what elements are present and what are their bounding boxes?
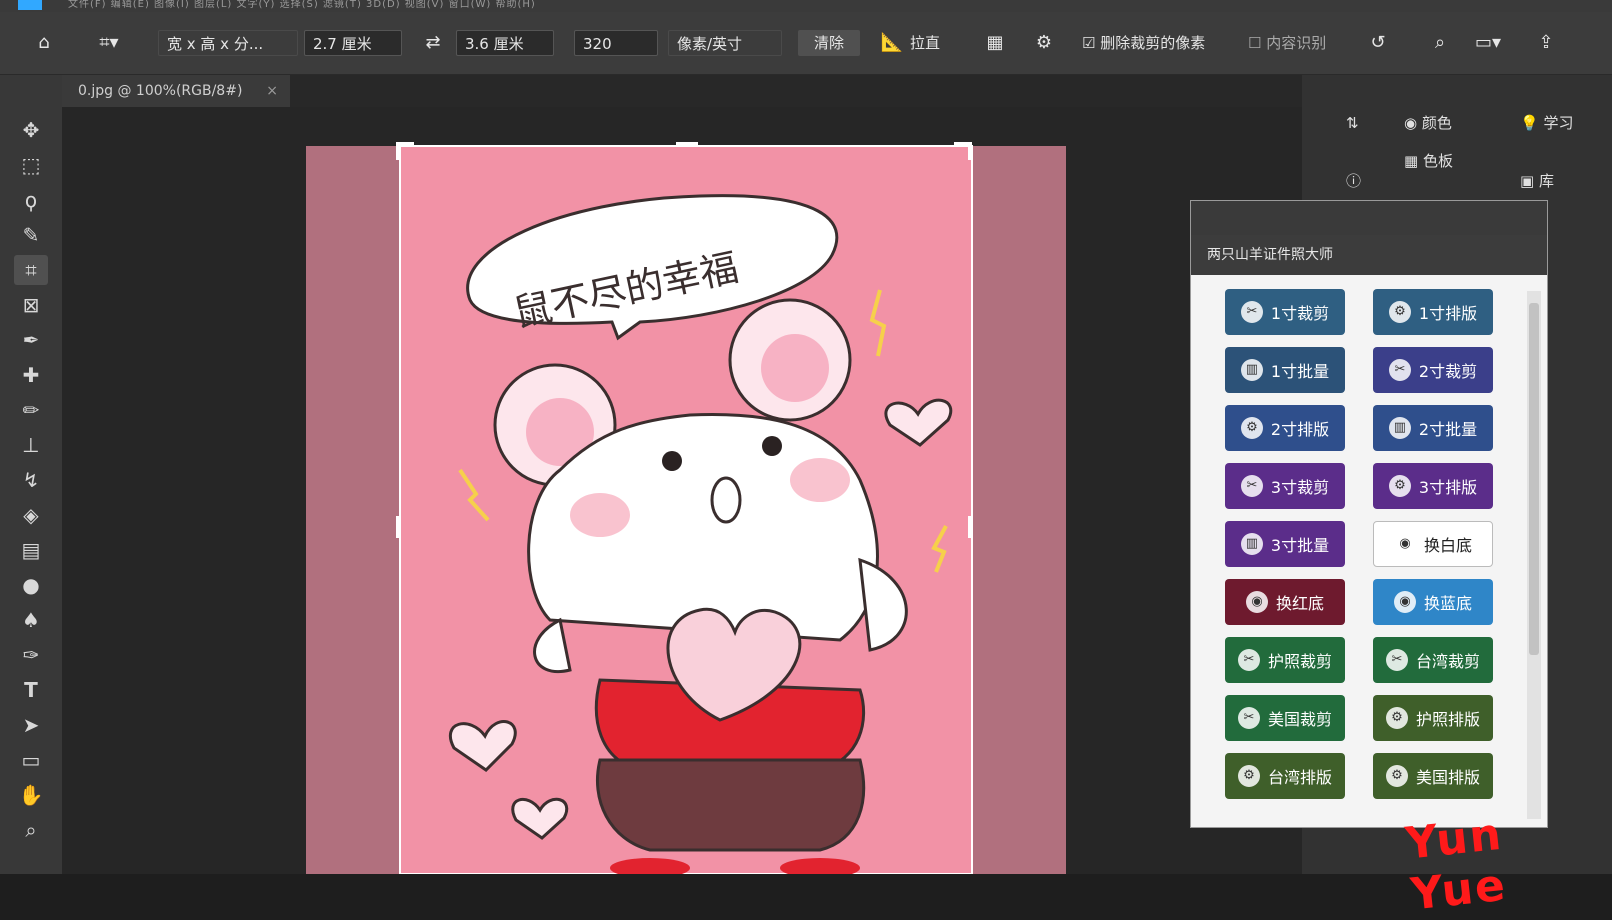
plugin-button[interactable]: ✂ 3寸裁剪	[1225, 463, 1345, 509]
layout-icon: ⚙	[1388, 301, 1411, 323]
plugin-button[interactable]: ◉ 换蓝底	[1373, 579, 1493, 625]
color-panel-button[interactable]: ◉ 颜色	[1404, 106, 1452, 140]
crop-handle-right-center[interactable]	[968, 516, 972, 538]
crop-handle-top-left-vertical[interactable]	[396, 142, 400, 160]
plugin-button-label: 台湾裁剪	[1415, 652, 1480, 671]
plugin-button-label: 美国裁剪	[1267, 710, 1332, 729]
layout-icon: ⚙	[1385, 765, 1408, 787]
watermark: Yun Yue	[1403, 808, 1510, 920]
plugin-button[interactable]: ⚙ 美国排版	[1373, 753, 1493, 799]
plugin-button-label: 2寸排版	[1270, 420, 1330, 439]
plugin-button-label: 3寸裁剪	[1270, 478, 1330, 497]
batch-icon: ▥	[1240, 359, 1263, 381]
library-panel-button[interactable]: ▣ 库	[1520, 164, 1554, 198]
plugin-button[interactable]: ⚙ 1寸排版	[1373, 289, 1493, 335]
film-icon: ◉	[1245, 591, 1268, 613]
plugin-button-label: 换红底	[1275, 594, 1324, 613]
scissors-icon: ✂	[1237, 707, 1260, 729]
scissors-icon: ✂	[1388, 359, 1411, 381]
crop-handle-left-center[interactable]	[396, 516, 400, 538]
learn-panel-button[interactable]: 💡 学习	[1520, 106, 1573, 140]
layout-icon: ⚙	[1240, 417, 1263, 439]
plugin-header-bar	[1191, 201, 1547, 235]
batch-icon: ▥	[1388, 417, 1411, 439]
color-panel-label: 颜色	[1421, 114, 1452, 132]
plugin-button[interactable]: ◉ 换红底	[1225, 579, 1345, 625]
plugin-button[interactable]: ⚙ 护照排版	[1373, 695, 1493, 741]
plugin-button-label: 1寸批量	[1270, 362, 1330, 381]
plugin-button-label: 1寸裁剪	[1270, 304, 1330, 323]
plugin-button-label: 3寸批量	[1270, 536, 1330, 555]
library-panel-label: 库	[1538, 172, 1554, 190]
plugin-button-label: 换白底	[1423, 536, 1472, 555]
plugin-button[interactable]: ▥ 2寸批量	[1373, 405, 1493, 451]
plugin-button-label: 护照裁剪	[1267, 652, 1332, 671]
history-panel-icon[interactable]: ⇅	[1346, 106, 1359, 140]
layout-icon: ⚙	[1385, 707, 1408, 729]
plugin-button-label: 台湾排版	[1267, 768, 1332, 787]
plugin-button[interactable]: ✂ 护照裁剪	[1225, 637, 1345, 683]
plugin-button[interactable]: ⚙ 2寸排版	[1225, 405, 1345, 451]
plugin-button-label: 换蓝底	[1423, 594, 1472, 613]
plugin-button[interactable]: ◉ 换白底	[1373, 521, 1493, 567]
learn-panel-label: 学习	[1543, 114, 1574, 132]
plugin-button[interactable]: ✂ 美国裁剪	[1225, 695, 1345, 741]
plugin-button[interactable]: ✂ 台湾裁剪	[1373, 637, 1493, 683]
plugin-button-label: 2寸裁剪	[1418, 362, 1478, 381]
plugin-button[interactable]: ✂ 2寸裁剪	[1373, 347, 1493, 393]
plugin-button[interactable]: ⚙ 3寸排版	[1373, 463, 1493, 509]
plugin-button[interactable]: ▥ 3寸批量	[1225, 521, 1345, 567]
info-panel-icon[interactable]: ⓘ	[1346, 164, 1361, 198]
layout-icon: ⚙	[1388, 475, 1411, 497]
scissors-icon: ✂	[1237, 649, 1260, 671]
crop-handle-top-right-vertical[interactable]	[968, 142, 972, 160]
batch-icon: ▥	[1240, 533, 1263, 555]
scissors-icon: ✂	[1240, 301, 1263, 323]
plugin-title: 两只山羊证件照大师	[1191, 235, 1547, 275]
plugin-button-label: 3寸排版	[1418, 478, 1478, 497]
swatches-panel-button[interactable]: ▦ 色板	[1404, 144, 1453, 178]
scissors-icon: ✂	[1240, 475, 1263, 497]
plugin-button-label: 2寸批量	[1418, 420, 1478, 439]
layout-icon: ⚙	[1237, 765, 1260, 787]
plugin-button-label: 护照排版	[1415, 710, 1480, 729]
plugin-button-label: 美国排版	[1415, 768, 1480, 787]
film-icon: ◉	[1393, 533, 1416, 555]
plugin-button[interactable]: ✂ 1寸裁剪	[1225, 289, 1345, 335]
plugin-button[interactable]: ⚙ 台湾排版	[1225, 753, 1345, 799]
plugin-button-label: 1寸排版	[1418, 304, 1478, 323]
id-photo-plugin-panel: 两只山羊证件照大师 ✂ 1寸裁剪 ⚙ 1寸排版 ▥ 1寸批量 ✂ 2寸裁剪 ⚙ 2寸排版 ▥ 2寸批量…	[1190, 200, 1548, 828]
plugin-button[interactable]: ▥ 1寸批量	[1225, 347, 1345, 393]
swatches-panel-label: 色板	[1422, 152, 1453, 170]
plugin-scrollbar[interactable]	[1527, 291, 1541, 819]
film-icon: ◉	[1393, 591, 1416, 613]
scrollbar-thumb[interactable]	[1529, 303, 1539, 655]
scissors-icon: ✂	[1385, 649, 1408, 671]
crop-handle-top-center[interactable]	[676, 142, 698, 146]
